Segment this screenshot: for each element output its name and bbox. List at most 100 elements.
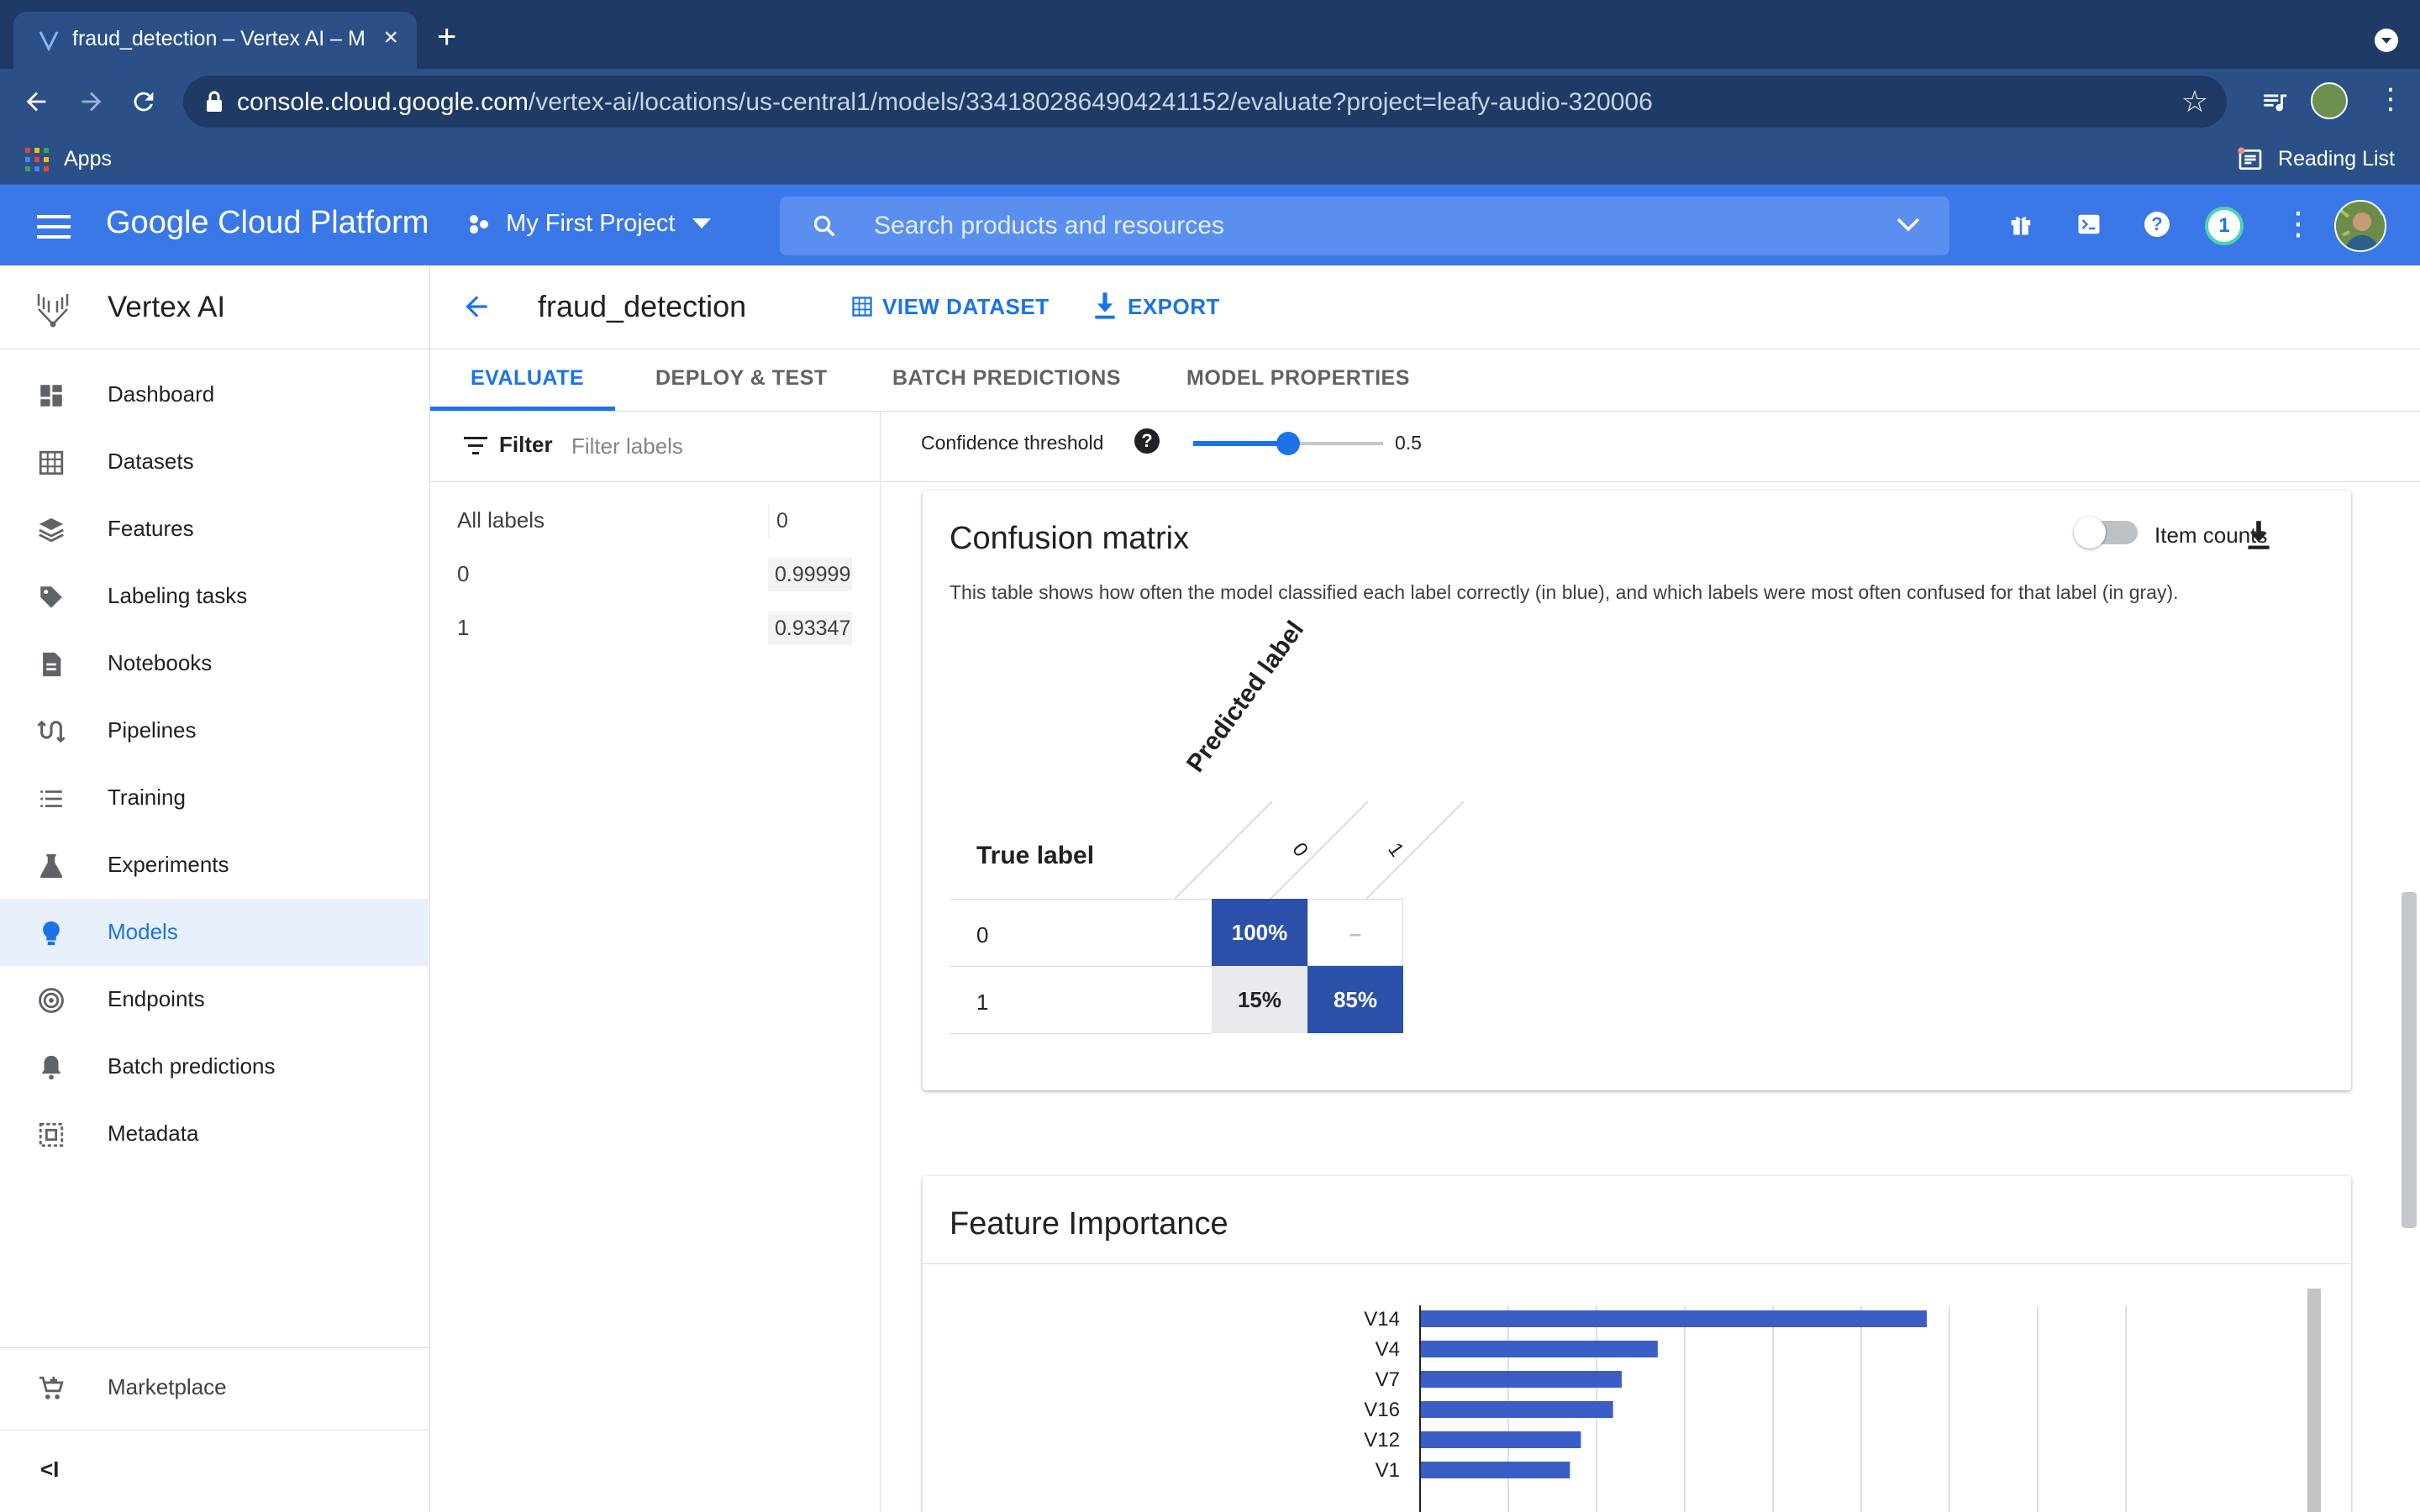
menu-icon[interactable] [37,215,71,239]
browser-menu-icon[interactable]: ⋮ [2376,82,2405,116]
apps-grid-icon[interactable] [25,148,49,171]
label-1[interactable]: 1 [457,615,469,641]
sidebar-item-training[interactable]: Training [0,764,429,832]
profile-avatar[interactable] [2311,82,2348,119]
divider [950,1033,1212,1034]
close-tab-icon[interactable]: × [383,25,398,50]
threshold-value: 0.5 [1395,432,1422,454]
confidence-threshold-label: Confidence threshold [921,432,1104,454]
back-icon[interactable] [22,87,50,116]
filter-labels-input[interactable]: Filter labels [571,433,683,459]
sidebar-item-label: Features [108,516,194,541]
forward-icon[interactable] [77,87,106,116]
tag-icon [40,586,62,608]
download-icon[interactable] [2247,521,2270,549]
sidebar-item-features[interactable]: Features [0,496,429,563]
category-label: V12 [1364,1429,1400,1452]
vertex-favicon-icon [39,31,59,52]
view-dataset-button[interactable]: VIEW DATASET [850,294,1050,320]
sidebar-item-marketplace[interactable]: Marketplace [0,1354,429,1421]
tab-evaluate[interactable]: EVALUATE [471,366,584,391]
lock-icon[interactable] [205,91,224,113]
project-dots-icon [470,215,488,234]
sidebar-item-pipelines[interactable]: Pipelines [0,697,429,764]
bar-v14[interactable] [1421,1310,1927,1327]
tab-deploy-test[interactable]: DEPLOY & TEST [655,366,828,391]
label-filter-pane: Filter Filter labels All labels 0 0 0.99… [430,412,881,1512]
label-value: 0 [768,504,852,538]
export-button[interactable]: EXPORT [1094,292,1220,320]
bar-v16[interactable] [1421,1401,1613,1418]
sidebar-item-label: Notebooks [108,650,213,675]
url-text[interactable]: console.cloud.google.com/vertex-ai/locat… [237,88,1653,117]
threshold-slider-fill [1193,441,1288,446]
tab-model-properties[interactable]: MODEL PROPERTIES [1186,366,1410,391]
datasets-icon [39,450,64,475]
sidebar-item-metadata[interactable]: Metadata [0,1100,429,1168]
sidebar-item-dashboard[interactable]: Dashboard [0,361,429,428]
sidebar-item-models[interactable]: Models [0,899,429,966]
notifications-badge[interactable]: 1 [2205,207,2244,245]
divider [950,966,1212,967]
media-queue-icon[interactable] [2259,87,2291,116]
threshold-bar: Confidence threshold ? 0.5 [881,412,2420,482]
sidebar-item-batch-predictions[interactable]: Batch predictions [0,1033,429,1100]
sidebar: Vertex AI Dashboard Datasets Features La… [0,265,430,1512]
more-vert-icon[interactable]: ⋮ [2282,205,2314,244]
sidebar-item-endpoints[interactable]: Endpoints [0,966,429,1033]
toggle-knob [2074,517,2106,549]
threshold-slider-thumb[interactable] [1276,432,1300,455]
export-label: EXPORT [1128,294,1220,319]
label-value: 0.93347 [768,612,852,645]
project-picker[interactable]: My First Project [467,210,711,238]
address-bar[interactable]: console.cloud.google.com/vertex-ai/locat… [183,76,2227,128]
sidebar-item-label: Training [108,785,186,810]
filter-row: Filter Filter labels [430,412,881,482]
cloud-shell-icon[interactable] [2075,212,2102,237]
sidebar-item-labeling-tasks[interactable]: Labeling tasks [0,563,429,630]
help-icon[interactable]: ? [1134,428,1160,454]
bar-v1[interactable] [1421,1462,1570,1478]
apps-bookmark[interactable]: Apps [64,147,112,171]
tab-search-icon[interactable] [2375,29,2398,52]
bar-v4[interactable] [1421,1341,1658,1357]
sidebar-item-datasets[interactable]: Datasets [0,428,429,496]
reading-list-button[interactable]: Reading List [2278,147,2395,171]
chevron-down-icon[interactable] [1896,217,1921,234]
features-icon [39,517,64,543]
platform-title[interactable]: Google Cloud Platform [106,205,429,241]
url-host: console.cloud.google.com [237,88,529,116]
sidebar-item-notebooks[interactable]: Notebooks [0,630,429,697]
vertex-ai-logo-icon [37,294,69,328]
true-row-0: 0 [976,922,989,948]
chevron-down-icon [692,218,711,229]
matrix-cell-1-1: 85% [1307,966,1403,1033]
tab-batch-predictions[interactable]: BATCH PREDICTIONS [892,366,1121,391]
reload-icon[interactable] [129,87,158,116]
collapse-sidebar-icon[interactable]: <I [40,1457,59,1483]
sidebar-item-experiments[interactable]: Experiments [0,832,429,899]
chart-scrollbar[interactable] [2307,1289,2321,1512]
gift-icon[interactable] [2008,212,2033,237]
search-input[interactable]: Search products and resources [874,212,1224,240]
search-bar[interactable]: Search products and resources [780,197,1949,255]
help-icon[interactable]: ? [2144,212,2170,237]
user-avatar[interactable] [2334,200,2386,252]
label-all-labels[interactable]: All labels [457,507,544,533]
back-arrow-icon[interactable] [460,291,492,323]
page-scrollbar[interactable] [2402,892,2417,1228]
filter-label: Filter [499,432,553,457]
label-0[interactable]: 0 [457,561,469,587]
bar-v12[interactable] [1421,1431,1581,1448]
bar-v7[interactable] [1421,1371,1622,1388]
active-tab-indicator [430,407,615,411]
category-label: V16 [1364,1399,1400,1421]
bookmark-star-icon[interactable]: ☆ [2181,84,2208,119]
lightbulb-icon [43,921,60,946]
browser-tab[interactable]: fraud_detection – Vertex AI – M × [13,12,417,69]
category-label: V4 [1376,1338,1400,1361]
item-counts-toggle[interactable] [2074,517,2138,549]
new-tab-button[interactable]: + [437,20,456,54]
reading-list-icon[interactable] [2237,146,2264,173]
endpoints-icon [39,988,64,1013]
